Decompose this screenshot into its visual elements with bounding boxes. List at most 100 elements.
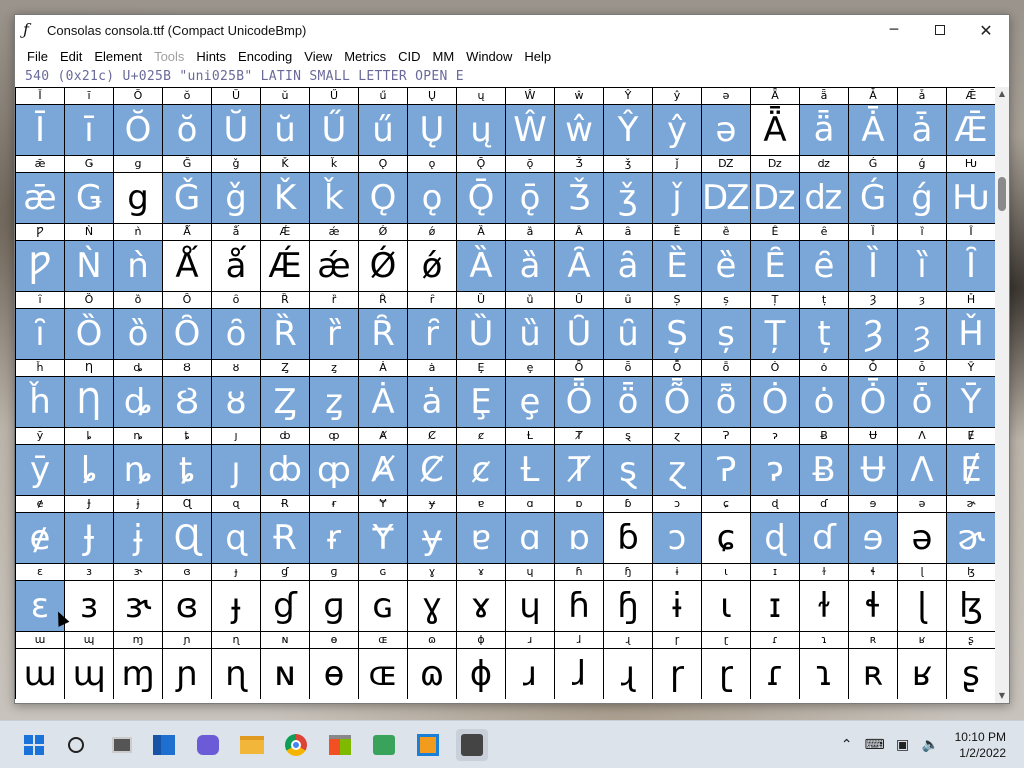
teams-chat-button[interactable] — [192, 729, 224, 761]
glyph-cell[interactable]: ȮȮ — [751, 360, 800, 428]
glyph-cell[interactable]: ȦȦ — [359, 360, 408, 428]
glyph-cell[interactable]: ȕȕ — [506, 292, 555, 360]
glyph-cell[interactable]: ȖȖ — [555, 292, 604, 360]
glyph-cell[interactable]: ǶǶ — [947, 156, 995, 224]
glyph-cell[interactable]: ȯȯ — [800, 360, 849, 428]
glyph-cell[interactable]: ɦɦ — [555, 564, 604, 632]
glyph-cell[interactable]: ȪȪ — [555, 360, 604, 428]
vertical-scrollbar[interactable]: ▲ ▼ — [995, 87, 1009, 703]
maximize-button[interactable] — [917, 15, 963, 45]
glyph-cell[interactable]: ŎŎ — [114, 88, 163, 156]
glyph-cell[interactable]: ȤȤ — [261, 360, 310, 428]
glyph-cell[interactable]: ȣȣ — [212, 360, 261, 428]
glyph-cell[interactable]: ǨǨ — [261, 156, 310, 224]
glyph-cell[interactable]: ʀʀ — [849, 632, 898, 699]
glyph-cell[interactable]: ǦǦ — [163, 156, 212, 224]
glyph-cell[interactable]: ɖɖ — [751, 496, 800, 564]
menu-cid[interactable]: CID — [392, 49, 426, 64]
glyph-cell[interactable]: ȘȘ — [653, 292, 702, 360]
glyph-cell[interactable]: ɠɠ — [261, 564, 310, 632]
glyph-cell[interactable]: ȱȱ — [898, 360, 947, 428]
glyph-cell[interactable]: ɰɰ — [65, 632, 114, 699]
glyph-cell[interactable]: ǷǷ — [16, 224, 65, 292]
glyph-cell[interactable]: ɒɒ — [555, 496, 604, 564]
glyph-cell[interactable]: űű — [359, 88, 408, 156]
glyph-cell[interactable]: ȧȧ — [408, 360, 457, 428]
glyph-cell[interactable]: ɩɩ — [702, 564, 751, 632]
glyph-cell[interactable]: ȸȸ — [261, 428, 310, 496]
glyph-cell[interactable]: ȺȺ — [359, 428, 408, 496]
glyph-cell[interactable]: ɜɜ — [65, 564, 114, 632]
glyph-cell[interactable]: ȈȈ — [849, 224, 898, 292]
glyph-cell[interactable]: ɾɾ — [751, 632, 800, 699]
menu-view[interactable]: View — [298, 49, 338, 64]
glyph-cell[interactable]: ǡǡ — [898, 88, 947, 156]
glyph-cell[interactable]: ȎȎ — [163, 292, 212, 360]
glyph-cell[interactable]: ȇȇ — [800, 224, 849, 292]
glyph-cell[interactable]: ɫɫ — [800, 564, 849, 632]
glyph-cell[interactable]: ȞȞ — [947, 292, 995, 360]
scroll-up-arrow-icon[interactable]: ▲ — [995, 87, 1009, 101]
glyph-cell[interactable]: ȅȅ — [702, 224, 751, 292]
glyph-cell[interactable]: ɯɯ — [16, 632, 65, 699]
menu-metrics[interactable]: Metrics — [338, 49, 392, 64]
glyph-cell[interactable]: ǼǼ — [261, 224, 310, 292]
glyph-cell[interactable]: ɬɬ — [849, 564, 898, 632]
glyph-cell[interactable]: ɂɂ — [751, 428, 800, 496]
chrome-button[interactable] — [280, 729, 312, 761]
glyph-cell[interactable]: ȾȾ — [555, 428, 604, 496]
glyph-cell[interactable]: ɢɢ — [359, 564, 408, 632]
scroll-down-arrow-icon[interactable]: ▼ — [995, 689, 1009, 703]
glyph-cell[interactable]: ȭȭ — [702, 360, 751, 428]
menu-file[interactable]: File — [21, 49, 54, 64]
glyph-cell[interactable]: ǞǞ — [751, 88, 800, 156]
glyph-cell[interactable]: ǾǾ — [359, 224, 408, 292]
glyph-cell[interactable]: ǳǳ — [800, 156, 849, 224]
glyph-cell[interactable]: ɌɌ — [261, 496, 310, 564]
green-app-button[interactable] — [368, 729, 400, 761]
glyph-cell[interactable]: ɑɑ — [506, 496, 555, 564]
glyph-cell[interactable]: ɀɀ — [653, 428, 702, 496]
glyph-cell[interactable]: ǣǣ — [16, 156, 65, 224]
glyph-cell[interactable]: īī — [65, 88, 114, 156]
glyph-cell[interactable]: ȼȼ — [457, 428, 506, 496]
blue-orange-app-button[interactable] — [412, 729, 444, 761]
glyph-cell[interactable]: ɿɿ — [800, 632, 849, 699]
menu-edit[interactable]: Edit — [54, 49, 88, 64]
glyph-cell[interactable]: ɍɍ — [310, 496, 359, 564]
glyph-cell[interactable]: ʂʂ — [947, 632, 995, 699]
glyph-cell[interactable]: ɱɱ — [114, 632, 163, 699]
glyph-cell[interactable]: ȽȽ — [506, 428, 555, 496]
glyph-cell[interactable]: əə — [702, 88, 751, 156]
glyph-cell[interactable]: ɟɟ — [212, 564, 261, 632]
glyph-cell[interactable]: ȃȃ — [604, 224, 653, 292]
glyph-cell[interactable]: ɘɘ — [849, 496, 898, 564]
menu-encoding[interactable]: Encoding — [232, 49, 298, 64]
glyph-cell[interactable]: ɳɳ — [212, 632, 261, 699]
glyph-cell[interactable]: ɨɨ — [653, 564, 702, 632]
glyph-cell[interactable]: ǱǱ — [702, 156, 751, 224]
glyph-cell[interactable]: ǵǵ — [898, 156, 947, 224]
glyph-cell[interactable]: ɊɊ — [163, 496, 212, 564]
glyph-cell[interactable]: ǧǧ — [212, 156, 261, 224]
glyph-cell[interactable]: ǪǪ — [359, 156, 408, 224]
glyph-cell[interactable]: ȟȟ — [16, 360, 65, 428]
glyph-cell[interactable]: ȍȍ — [114, 292, 163, 360]
glyph-cell[interactable]: ȗȗ — [604, 292, 653, 360]
glyph-cell[interactable]: ǰǰ — [653, 156, 702, 224]
glyph-cell[interactable]: ʁʁ — [898, 632, 947, 699]
glyph-cell[interactable]: ɅɅ — [898, 428, 947, 496]
speaker-icon[interactable]: 🔈 — [920, 734, 942, 756]
task-view-button[interactable] — [106, 729, 138, 761]
glyph-cell[interactable]: șș — [702, 292, 751, 360]
glyph-cell[interactable]: ŭŭ — [261, 88, 310, 156]
glyph-cell[interactable]: ɉɉ — [114, 496, 163, 564]
glyph-cell[interactable]: ɈɈ — [65, 496, 114, 564]
glyph-cell[interactable]: ȓȓ — [408, 292, 457, 360]
glyph-cell[interactable]: ǠǠ — [849, 88, 898, 156]
glyph-cell[interactable]: ɇɇ — [16, 496, 65, 564]
glyph-cell[interactable]: ɮɮ — [947, 564, 995, 632]
close-button[interactable]: ✕ — [963, 15, 1009, 45]
search-button[interactable] — [60, 729, 92, 761]
glyph-cell[interactable]: ȆȆ — [751, 224, 800, 292]
